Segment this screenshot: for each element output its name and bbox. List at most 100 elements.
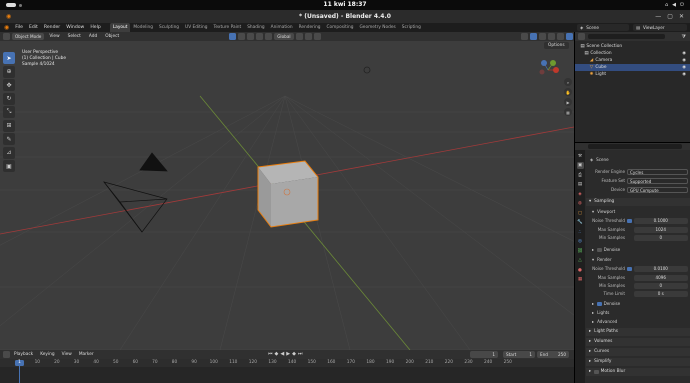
outliner-row-cube[interactable]: ▽ Cube ◉ bbox=[575, 64, 690, 71]
view-layer-selector[interactable]: ▤ ViewLayer bbox=[633, 24, 687, 31]
r-denoise-header[interactable]: ▸ Denoise bbox=[586, 300, 690, 308]
tab-modeling[interactable]: Modeling bbox=[130, 23, 156, 32]
move-tool-icon[interactable]: ✥ bbox=[3, 79, 15, 91]
r-noise-threshold-field[interactable]: 0.0100 bbox=[633, 266, 688, 272]
r-denoise-checkbox[interactable] bbox=[597, 301, 602, 307]
viewport-canvas[interactable] bbox=[0, 32, 574, 350]
tab-scripting[interactable]: Scripting bbox=[399, 23, 424, 32]
simplify-section[interactable]: ▸ Simplify bbox=[586, 358, 690, 366]
menu-view[interactable]: View bbox=[59, 350, 75, 359]
noise-threshold-checkbox[interactable] bbox=[627, 266, 632, 272]
tab-rendering[interactable]: Rendering bbox=[296, 23, 324, 32]
curves-section[interactable]: ▸ Curves bbox=[586, 348, 690, 356]
overlays-icon[interactable] bbox=[538, 33, 546, 40]
jump-start-icon[interactable]: ⏮ bbox=[268, 351, 273, 357]
prev-keyframe-icon[interactable]: ◆ bbox=[275, 351, 279, 357]
outliner-row-collection[interactable]: ▤ Collection ◉ bbox=[575, 50, 690, 57]
r-max-samples-field[interactable]: 4096 bbox=[633, 275, 688, 281]
modifier-tab-icon[interactable]: 🔧 bbox=[577, 219, 584, 226]
menu-render[interactable]: Render bbox=[41, 23, 63, 32]
tab-sculpting[interactable]: Sculpting bbox=[156, 23, 182, 32]
select-lasso-icon[interactable] bbox=[256, 33, 264, 40]
vp-noise-threshold-field[interactable]: 0.1000 bbox=[633, 218, 688, 224]
material-tab-icon[interactable]: ● bbox=[577, 267, 584, 274]
outliner-search-input[interactable] bbox=[588, 34, 665, 39]
menu-edit[interactable]: Edit bbox=[26, 23, 41, 32]
perspective-toggle-icon[interactable]: ▦ bbox=[564, 108, 572, 116]
noise-threshold-checkbox[interactable] bbox=[627, 218, 632, 224]
motion-blur-checkbox[interactable] bbox=[594, 369, 599, 375]
filter-icon[interactable]: ⧩ bbox=[682, 34, 686, 40]
system-clock[interactable]: 11 kwi 18:37 bbox=[0, 1, 690, 8]
output-tab-icon[interactable]: ⎙ bbox=[577, 172, 584, 179]
physics-tab-icon[interactable]: ◎ bbox=[577, 238, 584, 245]
play-icon[interactable]: ▶ bbox=[286, 351, 290, 357]
menu-file[interactable]: File bbox=[12, 23, 26, 32]
render-tab-icon[interactable]: ▣ bbox=[576, 162, 584, 169]
outliner-row-scene-collection[interactable]: ▤ Scene Collection bbox=[575, 43, 690, 50]
sampling-section-header[interactable]: ▾ Sampling bbox=[586, 198, 690, 206]
menu-select[interactable]: Select bbox=[65, 32, 84, 41]
render-subsection-header[interactable]: ▾ Render bbox=[586, 256, 690, 264]
tab-uv-editing[interactable]: UV Editing bbox=[182, 23, 210, 32]
next-keyframe-icon[interactable]: ◆ bbox=[292, 351, 296, 357]
pivot-icon[interactable] bbox=[295, 33, 303, 40]
lights-subsection[interactable]: ▸ Lights bbox=[586, 309, 690, 317]
volumes-section[interactable]: ▸ Volumes bbox=[586, 338, 690, 346]
light-paths-section[interactable]: ▸ Light Paths bbox=[586, 328, 690, 336]
system-tray[interactable]: ⌂ ◀ ⏻ bbox=[665, 2, 684, 8]
close-icon[interactable]: ✕ bbox=[679, 13, 684, 20]
shading-rendered-icon[interactable] bbox=[565, 33, 573, 40]
advanced-subsection[interactable]: ▸ Advanced bbox=[586, 318, 690, 326]
jump-end-icon[interactable]: ⏭ bbox=[298, 351, 303, 357]
mode-dropdown[interactable]: Object Mode bbox=[12, 33, 45, 40]
tab-layout[interactable]: Layout bbox=[109, 23, 131, 32]
snap-icon[interactable] bbox=[304, 33, 312, 40]
minimize-icon[interactable]: — bbox=[655, 13, 661, 20]
editor-type-icon[interactable] bbox=[3, 33, 10, 40]
cursor-tool-icon[interactable]: ⊕ bbox=[3, 65, 15, 78]
outliner-type-icon[interactable] bbox=[578, 33, 585, 40]
outliner-row-light[interactable]: ✺ Light ◉ bbox=[575, 71, 690, 78]
feature-set-dropdown[interactable]: Supported bbox=[627, 178, 688, 184]
texture-tab-icon[interactable]: ▦ bbox=[577, 276, 584, 283]
end-frame-field[interactable]: End 250 bbox=[537, 351, 569, 358]
tool-tab-icon[interactable]: ⚒ bbox=[577, 153, 584, 160]
tab-shading[interactable]: Shading bbox=[244, 23, 267, 32]
tab-compositing[interactable]: Compositing bbox=[324, 23, 357, 32]
vp-denoise-checkbox[interactable] bbox=[597, 247, 602, 253]
play-reverse-icon[interactable]: ◀ bbox=[280, 351, 284, 357]
pan-icon[interactable]: ✋ bbox=[564, 88, 572, 96]
start-frame-field[interactable]: Start 1 bbox=[503, 351, 535, 358]
xray-icon[interactable] bbox=[547, 33, 555, 40]
constraints-tab-icon[interactable]: ⛓ bbox=[577, 248, 584, 255]
select-tool-icon[interactable]: ➤ bbox=[3, 52, 15, 64]
menu-view[interactable]: View bbox=[46, 32, 62, 41]
viewport-subsection-header[interactable]: ▾ Viewport bbox=[586, 208, 690, 216]
shading-solid-icon[interactable] bbox=[556, 33, 564, 40]
scene-selector[interactable]: ◈ Scene bbox=[577, 24, 629, 31]
view-layer-tab-icon[interactable]: ▤ bbox=[577, 181, 584, 188]
rotate-tool-icon[interactable]: ↻ bbox=[3, 92, 15, 105]
vp-min-samples-field[interactable]: 0 bbox=[633, 235, 688, 241]
r-time-limit-field[interactable]: 0 s bbox=[633, 291, 688, 297]
add-cube-tool-icon[interactable]: ▣ bbox=[3, 160, 15, 172]
current-frame-field[interactable]: 1 bbox=[470, 351, 498, 358]
visibility-icon[interactable] bbox=[520, 33, 528, 40]
menu-window[interactable]: Window bbox=[63, 23, 87, 32]
transform-orientation-dropdown[interactable]: Global bbox=[274, 33, 294, 40]
visibility-icon[interactable]: ◉ bbox=[682, 57, 686, 64]
3d-viewport[interactable] bbox=[0, 32, 574, 350]
timeline-type-icon[interactable] bbox=[3, 351, 10, 358]
vp-denoise-header[interactable]: ▸ Denoise bbox=[586, 246, 690, 254]
options-dropdown[interactable]: Options bbox=[544, 42, 569, 49]
menu-help[interactable]: Help bbox=[87, 23, 103, 32]
visibility-icon[interactable]: ◉ bbox=[682, 50, 686, 57]
device-dropdown[interactable]: GPU Compute bbox=[627, 187, 688, 193]
menu-keying[interactable]: Keying bbox=[37, 350, 57, 359]
scale-tool-icon[interactable]: ⤡ bbox=[3, 106, 15, 118]
proportional-edit-icon[interactable] bbox=[313, 33, 321, 40]
tab-animation[interactable]: Animation bbox=[268, 23, 296, 32]
zoom-icon[interactable]: ⌕ bbox=[564, 78, 572, 86]
menu-marker[interactable]: Marker bbox=[76, 350, 97, 359]
